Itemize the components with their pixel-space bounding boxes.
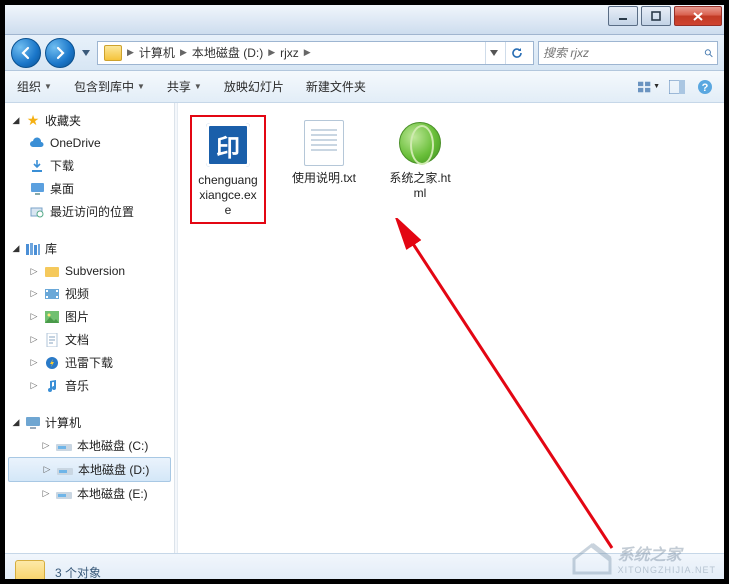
new-folder-button[interactable]: 新建文件夹 xyxy=(302,75,370,98)
recent-icon: <> xyxy=(29,204,45,220)
search-input[interactable] xyxy=(543,46,700,60)
chevron-right-icon: ▶ xyxy=(126,47,135,58)
collapse-icon[interactable]: ◢ xyxy=(11,116,21,126)
desktop-icon xyxy=(29,181,45,197)
expand-icon[interactable]: ▷ xyxy=(29,289,39,299)
watermark-logo-icon xyxy=(572,541,612,575)
window-buttons xyxy=(608,6,722,26)
breadcrumb-dropdown[interactable] xyxy=(485,42,501,64)
folder-icon xyxy=(44,263,60,279)
drive-icon xyxy=(57,462,73,478)
watermark: 系统之家 XITONGZHIJIA.NET xyxy=(572,541,716,575)
library-icon xyxy=(25,241,41,257)
exe-icon: 印 xyxy=(204,121,252,169)
video-icon xyxy=(44,286,60,302)
tree-item-music[interactable]: ▷音乐 xyxy=(5,374,174,397)
expand-icon[interactable]: ▷ xyxy=(29,266,39,276)
tree-item-drive-e[interactable]: ▷本地磁盘 (E:) xyxy=(5,482,174,505)
tree-item-videos[interactable]: ▷视频 xyxy=(5,282,174,305)
tree-item-subversion[interactable]: ▷Subversion xyxy=(5,260,174,282)
tree-item-documents[interactable]: ▷文档 xyxy=(5,328,174,351)
file-label: 使用说明.txt xyxy=(292,171,356,186)
share-menu[interactable]: 共享▼ xyxy=(163,75,206,98)
tree-item-desktop[interactable]: 桌面 xyxy=(5,177,174,200)
expand-icon[interactable]: ▷ xyxy=(29,381,39,391)
chevron-right-icon: ▶ xyxy=(267,47,276,58)
collapse-icon[interactable]: ◢ xyxy=(11,418,21,428)
computer-icon xyxy=(25,415,41,431)
drive-icon xyxy=(56,438,72,454)
help-button[interactable]: ? xyxy=(694,76,716,98)
folder-icon xyxy=(15,560,45,584)
tree-item-onedrive[interactable]: OneDrive xyxy=(5,132,174,154)
file-label: chenguangxiangce.exe xyxy=(196,173,260,218)
expand-icon[interactable]: ▷ xyxy=(42,465,52,475)
tree-item-pictures[interactable]: ▷图片 xyxy=(5,305,174,328)
file-tile-exe[interactable]: 印 chenguangxiangce.exe xyxy=(190,115,266,224)
expand-icon[interactable]: ▷ xyxy=(29,312,39,322)
expand-icon[interactable]: ▷ xyxy=(29,335,39,345)
nav-forward-button[interactable] xyxy=(45,38,75,68)
expand-icon[interactable]: ▷ xyxy=(29,358,39,368)
titlebar xyxy=(5,5,724,35)
view-options-button[interactable]: ▼ xyxy=(638,76,660,98)
status-object-count: 3 个对象 xyxy=(55,564,101,581)
explorer-window: ▶ 计算机 ▶ 本地磁盘 (D:) ▶ rjxz ▶ 组织▼ 包含到库中▼ 共享… xyxy=(0,0,729,584)
picture-icon xyxy=(44,309,60,325)
tree-item-thunder[interactable]: ▷迅雷下载 xyxy=(5,351,174,374)
annotation-arrow xyxy=(392,218,652,558)
maximize-button[interactable] xyxy=(641,6,671,26)
breadcrumb-seg-drive[interactable]: 本地磁盘 (D:) xyxy=(188,42,267,64)
toolbar: 组织▼ 包含到库中▼ 共享▼ 放映幻灯片 新建文件夹 ▼ ? xyxy=(5,71,724,103)
file-tile-txt[interactable]: 使用说明.txt xyxy=(286,115,362,190)
tree-item-recent[interactable]: <>最近访问的位置 xyxy=(5,200,174,223)
navbar: ▶ 计算机 ▶ 本地磁盘 (D:) ▶ rjxz ▶ xyxy=(5,35,724,71)
close-button[interactable] xyxy=(674,6,722,26)
html-icon xyxy=(396,119,444,167)
svg-text:?: ? xyxy=(702,82,709,94)
txt-icon xyxy=(300,119,348,167)
search-icon xyxy=(704,46,713,60)
preview-pane-button[interactable] xyxy=(666,76,688,98)
slideshow-button[interactable]: 放映幻灯片 xyxy=(220,75,288,98)
search-box[interactable] xyxy=(538,41,718,65)
tree-item-downloads[interactable]: 下载 xyxy=(5,154,174,177)
breadcrumb[interactable]: ▶ 计算机 ▶ 本地磁盘 (D:) ▶ rjxz ▶ xyxy=(97,41,534,65)
nav-history-dropdown[interactable] xyxy=(79,39,93,67)
thunder-icon xyxy=(44,355,60,371)
file-label: 系统之家.html xyxy=(386,171,454,201)
chevron-right-icon: ▶ xyxy=(179,47,188,58)
tree-item-drive-d[interactable]: ▷本地磁盘 (D:) xyxy=(8,457,171,482)
explorer-body: ◢★收藏夹 OneDrive 下载 桌面 <>最近访问的位置 ◢库 ▷Subve… xyxy=(5,103,724,553)
navigation-pane[interactable]: ◢★收藏夹 OneDrive 下载 桌面 <>最近访问的位置 ◢库 ▷Subve… xyxy=(5,103,175,553)
file-list-pane[interactable]: 印 chenguangxiangce.exe 使用说明.txt 系统之家.htm… xyxy=(178,103,724,553)
nav-back-button[interactable] xyxy=(11,38,41,68)
tree-computer[interactable]: ◢计算机 xyxy=(5,411,174,434)
drive-icon xyxy=(56,486,72,502)
expand-icon[interactable]: ▷ xyxy=(41,489,51,499)
download-icon xyxy=(29,158,45,174)
refresh-button[interactable] xyxy=(505,42,527,64)
breadcrumb-seg-computer[interactable]: 计算机 xyxy=(135,42,179,64)
tree-item-drive-c[interactable]: ▷本地磁盘 (C:) xyxy=(5,434,174,457)
file-tile-html[interactable]: 系统之家.html xyxy=(382,115,458,205)
music-icon xyxy=(44,378,60,394)
star-icon: ★ xyxy=(25,113,41,129)
document-icon xyxy=(44,332,60,348)
organize-menu[interactable]: 组织▼ xyxy=(13,75,56,98)
tree-favorites[interactable]: ◢★收藏夹 xyxy=(5,109,174,132)
breadcrumb-seg-folder[interactable]: rjxz xyxy=(276,42,303,64)
collapse-icon[interactable]: ◢ xyxy=(11,244,21,254)
include-in-library-menu[interactable]: 包含到库中▼ xyxy=(70,75,149,98)
tree-libraries[interactable]: ◢库 xyxy=(5,237,174,260)
cloud-icon xyxy=(29,135,45,151)
expand-icon[interactable]: ▷ xyxy=(41,441,51,451)
minimize-button[interactable] xyxy=(608,6,638,26)
chevron-right-icon: ▶ xyxy=(303,47,312,58)
breadcrumb-root-icon[interactable] xyxy=(100,42,126,64)
